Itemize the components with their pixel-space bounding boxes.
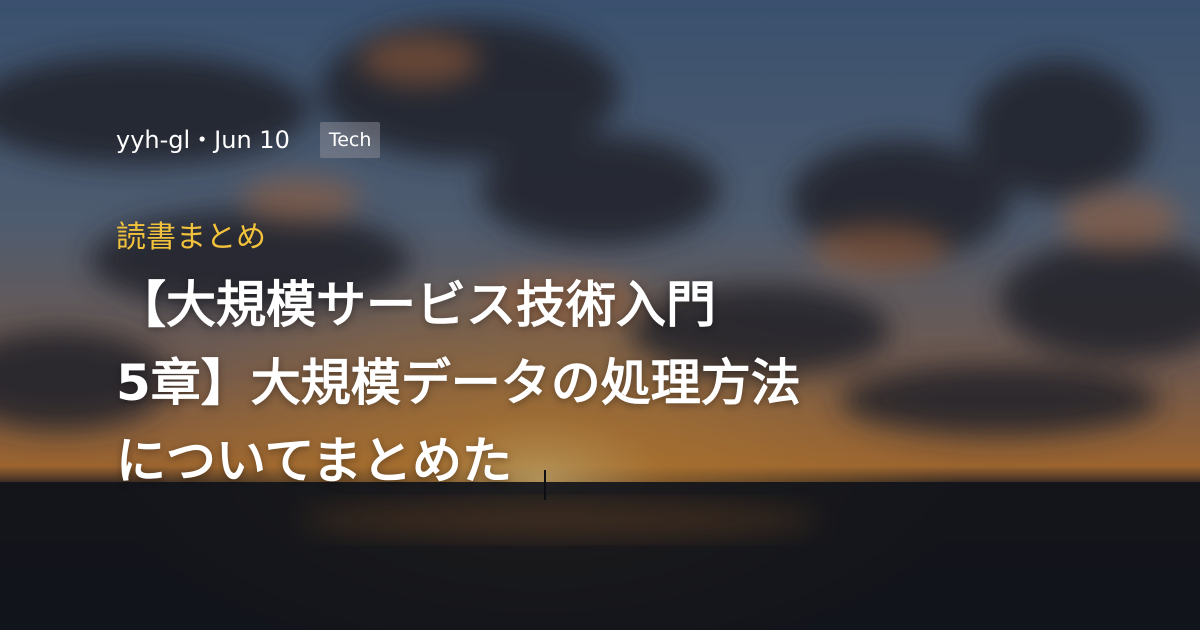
title-line-2: 5章】大規模データの処理方法	[116, 354, 801, 412]
category-label: 読書まとめ	[116, 220, 266, 255]
ogp-card: yyh-gl・Jun 10 Tech 読書まとめ 【大規模サービス技術入門 5章…	[0, 0, 1200, 630]
tag-badge[interactable]: Tech	[319, 122, 381, 158]
post-meta: yyh-gl・Jun 10 Tech	[116, 120, 381, 160]
title-line-3: についてまとめた	[116, 432, 512, 490]
author-date[interactable]: yyh-gl・Jun 10	[116, 120, 290, 160]
title-line-1: 【大規模サービス技術入門	[116, 276, 716, 334]
article-title: 【大規模サービス技術入門 5章】大規模データの処理方法 についてまとめた	[116, 266, 1076, 500]
